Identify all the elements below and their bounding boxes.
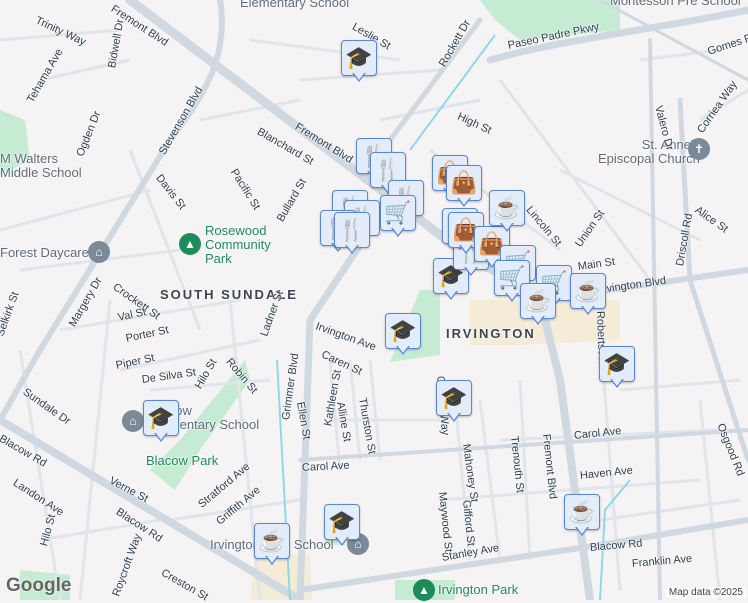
cafe-marker[interactable]: ☕ [254,523,290,567]
graduation-cap-icon: 🎓 [341,40,377,76]
minor-roads [0,28,748,600]
major-roads [0,0,748,600]
park-rosewood[interactable]: Rosewood Community Park [205,224,271,266]
school-marker[interactable]: 🎓 [324,504,360,548]
school-marker[interactable]: 🎓 [341,40,377,84]
graduation-cap-icon: 🎓 [599,346,635,382]
poi-daycare[interactable]: Forest Daycare [0,246,89,260]
graduation-cap-icon: 🎓 [385,313,421,349]
coffee-cup-icon: ☕ [564,494,600,530]
graduation-cap-icon: 🎓 [436,380,472,416]
cafe-marker[interactable]: ☕ [570,273,606,317]
cafe-marker[interactable]: ☕ [489,190,525,234]
coffee-cup-icon: ☕ [489,190,525,226]
poi-elementary-school[interactable]: Elementary School [240,0,349,10]
park-tree-icon[interactable]: ▲ [179,233,201,255]
school-marker[interactable]: 🎓 [599,346,635,390]
school-pin-icon[interactable]: ⌂ [88,241,110,263]
shopping-bag-icon: 👜 [446,165,482,201]
park-irvington[interactable]: Irvington Park [438,583,518,597]
church-icon[interactable]: ✝ [688,138,710,160]
poi-church[interactable]: St. Anne's Episcopal Church [598,138,700,166]
school-marker[interactable]: 🎓 [143,400,179,444]
fork-knife-icon: 🍴 [334,212,370,248]
poi-montessori[interactable]: Montessori Pre School [610,0,741,8]
area-irvington: IRVINGTON [446,326,536,341]
coffee-cup-icon: ☕ [254,523,290,559]
cafe-marker[interactable]: ☕ [520,283,556,327]
map-attribution[interactable]: Map data ©2025 [665,587,746,598]
grocery-marker[interactable]: 🛒 [380,195,416,239]
shopping-cart-icon: 🛒 [380,195,416,231]
park-tree-icon[interactable]: ▲ [413,579,435,601]
coffee-cup-icon: ☕ [570,273,606,309]
street-label: Carol Ave [301,459,350,474]
graduation-cap-icon: 🎓 [143,400,179,436]
poi-walters-school[interactable]: M Walters Middle School [0,152,82,180]
cafe-marker[interactable]: ☕ [564,494,600,538]
park-blacow[interactable]: Blacow Park [146,454,218,468]
graduation-cap-icon: 🎓 [324,504,360,540]
google-logo: Google [6,575,72,596]
coffee-cup-icon: ☕ [520,283,556,319]
school-marker[interactable]: 🎓 [385,313,421,357]
restaurant-marker[interactable]: 🍴 [334,212,370,256]
school-pin-icon[interactable]: ⌂ [122,410,144,432]
school-marker[interactable]: 🎓 [436,380,472,424]
shopping-marker[interactable]: 👜 [446,165,482,209]
map-canvas[interactable] [0,0,748,600]
